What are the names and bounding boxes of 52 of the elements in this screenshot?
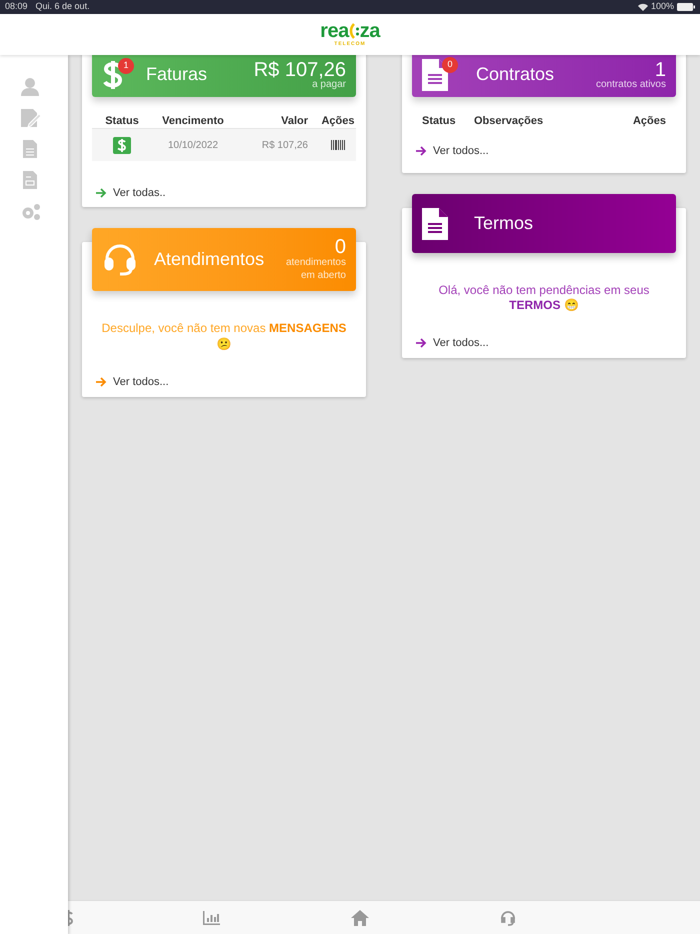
card-title: Atendimentos	[154, 248, 266, 271]
column-header: Ações	[632, 114, 666, 129]
battery-icon	[677, 3, 695, 11]
arrow-right-icon	[416, 338, 427, 348]
status-date: Qui. 6 de out.	[36, 0, 90, 14]
see-all-link[interactable]: Ver todos...	[416, 335, 676, 352]
column-header: Vencimento	[161, 114, 225, 129]
column-header: Status	[104, 114, 140, 129]
count-label: em aberto	[300, 270, 346, 282]
count-label: atendimentos	[286, 257, 346, 270]
notification-badge: 1	[118, 58, 134, 74]
document-icon	[422, 58, 448, 90]
bar-chart-icon[interactable]	[203, 910, 220, 924]
dollar-status-icon	[113, 136, 131, 154]
user-icon[interactable]	[21, 78, 41, 98]
column-header: Valor	[280, 114, 308, 129]
arrow-right-icon	[96, 377, 107, 388]
arrow-right-icon	[96, 188, 107, 198]
home-icon[interactable]	[351, 910, 369, 926]
see-all-link[interactable]: Ver todos...	[416, 143, 676, 160]
dollar-icon	[102, 60, 124, 90]
logo-text: rea	[320, 20, 349, 41]
battery-percentage: 100%	[650, 0, 674, 14]
active-contracts-count: 1	[654, 60, 666, 80]
signature-document-icon[interactable]	[21, 109, 41, 129]
arrow-right-icon	[416, 146, 427, 156]
status-time: 08:09	[5, 0, 28, 14]
card-title: Faturas	[146, 63, 208, 86]
column-header: Status	[422, 114, 457, 129]
column-header: Ações	[320, 114, 356, 129]
empty-message: Desculpe, você não tem novas MENSAGENS 😕	[100, 320, 348, 352]
dollar-icon[interactable]	[65, 910, 73, 926]
notification-badge: 0	[442, 56, 458, 72]
amount-label: a pagar	[312, 80, 346, 90]
barcode-icon[interactable]	[331, 140, 345, 150]
headset-icon	[102, 242, 138, 278]
column-header: Observações	[474, 114, 544, 129]
empty-message: Olá, você não tem pendências em seus TERMOS 😁	[438, 283, 650, 313]
document-icon	[422, 208, 448, 240]
see-all-link[interactable]: Ver todas..	[96, 185, 356, 202]
card-title: Contratos	[476, 63, 556, 86]
card-title: Termos	[474, 212, 534, 235]
open-tickets-count: 0	[334, 237, 346, 257]
amount-due: R$ 107,26	[254, 60, 346, 80]
logo-mark-icon	[348, 22, 360, 39]
table-cell-text: R$ 107,26	[260, 138, 308, 152]
table-cell-text: 10/10/2022	[166, 138, 220, 152]
count-label: contratos ativos	[596, 80, 666, 90]
logo-text: za	[360, 20, 380, 41]
headset-icon[interactable]	[500, 910, 516, 926]
see-all-link[interactable]: Ver todos...	[96, 374, 356, 390]
wifi-icon	[638, 3, 648, 11]
